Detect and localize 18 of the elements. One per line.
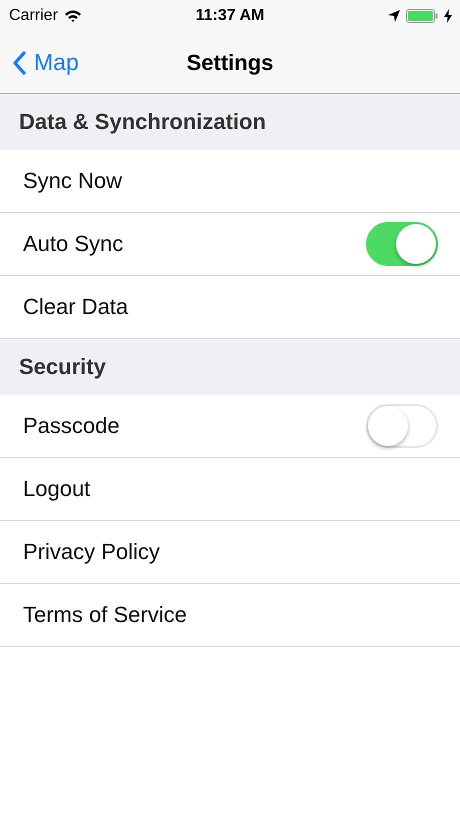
settings-row[interactable]: Terms of Service: [0, 584, 460, 647]
settings-row[interactable]: Privacy Policy: [0, 521, 460, 584]
section-header: Data & Synchronization: [0, 94, 460, 150]
settings-row[interactable]: Sync Now: [0, 150, 460, 213]
battery-icon: [406, 9, 438, 23]
carrier-label: Carrier: [9, 7, 58, 25]
wifi-icon: [64, 9, 82, 23]
row-label: Passcode: [23, 413, 120, 439]
section-header: Security: [0, 339, 460, 395]
chevron-left-icon: [12, 50, 26, 74]
charging-bolt-icon: [444, 9, 452, 23]
toggle-switch[interactable]: [366, 222, 438, 266]
settings-row[interactable]: Logout: [0, 458, 460, 521]
location-arrow-icon: [388, 10, 400, 22]
screen-title: Settings: [186, 50, 274, 76]
back-button[interactable]: Map: [0, 49, 79, 76]
time-label: 11:37 AM: [194, 7, 266, 25]
row-label: Auto Sync: [23, 231, 124, 257]
